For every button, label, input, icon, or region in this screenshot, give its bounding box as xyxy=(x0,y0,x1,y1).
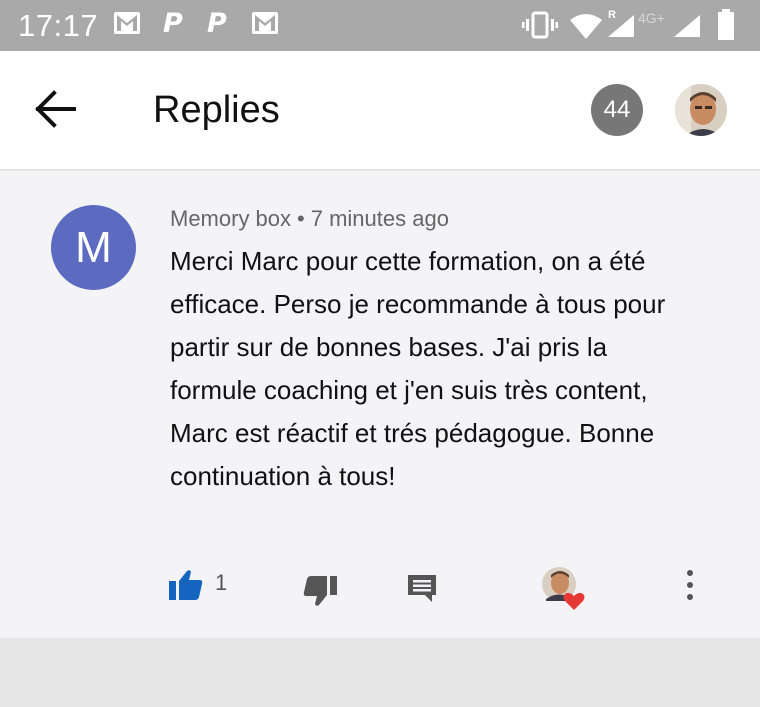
more-vert-icon xyxy=(687,570,693,600)
thumbs-down-icon xyxy=(303,576,337,606)
back-button[interactable] xyxy=(34,89,80,129)
reply-count-badge[interactable]: 44 xyxy=(591,84,643,136)
comment-author[interactable]: Memory box xyxy=(170,206,291,231)
battery-icon xyxy=(717,9,735,46)
meta-separator: • xyxy=(297,206,305,231)
account-avatar[interactable] xyxy=(675,84,727,136)
network-type-label: 4G+ xyxy=(638,10,665,26)
vibrate-icon xyxy=(522,11,558,44)
like-count: 1 xyxy=(215,570,228,595)
arrow-left-icon xyxy=(35,90,76,128)
reply-button[interactable] xyxy=(406,572,438,604)
comment-actions: 1 xyxy=(0,566,760,616)
bottom-area xyxy=(0,638,760,707)
heart-icon xyxy=(563,592,585,610)
page-title: Replies xyxy=(153,89,280,131)
wifi-icon xyxy=(568,12,604,45)
comment-text: Merci Marc pour cette formation, on a ét… xyxy=(170,246,666,491)
paypal-icon: P xyxy=(207,8,227,39)
gmail-icon xyxy=(252,12,278,34)
signal-icon xyxy=(672,13,702,44)
status-time: 17:17 xyxy=(18,8,99,43)
comment-meta: Memory box • 7 minutes ago xyxy=(170,206,449,232)
paypal-icon: P xyxy=(163,8,183,39)
author-avatar[interactable]: M xyxy=(51,205,136,290)
signal-icon xyxy=(606,13,636,44)
more-options-button[interactable] xyxy=(680,568,700,604)
app-bar: Replies 44 xyxy=(0,51,760,170)
comment-time: 7 minutes ago xyxy=(310,206,449,231)
status-bar: 17:17 P P R 4G+ xyxy=(0,0,760,51)
gmail-icon xyxy=(114,12,140,34)
creator-heart xyxy=(541,566,587,612)
comment-icon xyxy=(408,575,436,602)
comment-card: M Memory box • 7 minutes ago Merci Marc po… xyxy=(0,171,760,638)
dislike-button[interactable] xyxy=(302,574,338,608)
like-button[interactable] xyxy=(168,568,204,602)
thumbs-up-icon xyxy=(169,570,203,600)
